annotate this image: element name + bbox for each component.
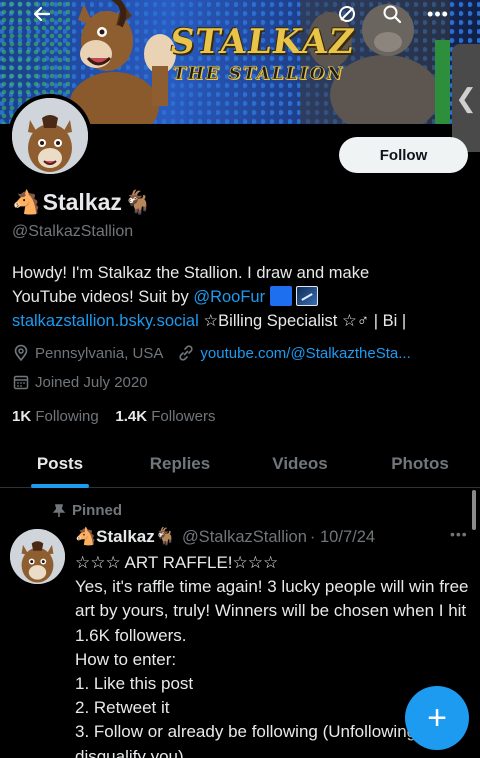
post-header: 🐴 Stalkaz 🐐 @StalkazStallion · 10/7/24 — [75, 527, 375, 547]
bio-line-2: YouTube videos! Suit by — [12, 288, 194, 306]
side-panel-handle[interactable]: ❮ — [452, 44, 480, 152]
profile-joined-date: Joined July 2020 — [35, 373, 148, 391]
calendar-icon — [12, 373, 30, 391]
tab-replies[interactable]: Replies — [120, 440, 240, 487]
bio-bsky-link[interactable]: stalkazstallion.bsky.social — [12, 312, 199, 330]
post-author-handle[interactable]: @StalkazStallion — [182, 528, 307, 547]
scrollbar-thumb[interactable] — [472, 490, 476, 530]
profile-joined-row: Joined July 2020 — [12, 373, 148, 391]
post-date[interactable]: · 10/7/24 — [310, 528, 375, 547]
tab-posts[interactable]: Posts — [0, 440, 120, 487]
sync-icon[interactable] — [333, 2, 361, 26]
compose-button[interactable]: + — [405, 686, 469, 750]
followers-link[interactable]: 1.4K Followers — [115, 408, 215, 425]
bio-line-3: ☆Billing Specialist ☆♂ | Bi | — [198, 312, 407, 330]
profile-location: Pennsylvania, USA — [35, 344, 164, 362]
pin-icon — [52, 503, 66, 517]
blue-square-emoji — [269, 286, 292, 306]
following-count: 1K — [12, 408, 32, 425]
post-author-avatar[interactable] — [10, 529, 65, 584]
profile-website-link[interactable]: youtube.com/@StalkaztheSta... — [200, 345, 410, 362]
goat-emoji: 🐐 — [123, 189, 153, 215]
follow-button[interactable]: Follow — [339, 137, 468, 173]
pinned-label: Pinned — [72, 502, 123, 519]
search-icon[interactable] — [378, 2, 406, 26]
profile-avatar[interactable] — [8, 94, 92, 178]
banner-title: STALKAZ — [167, 22, 358, 62]
more-horizontal-icon[interactable]: ••• — [450, 526, 468, 542]
follow-counts: 1K Following 1.4K Followers — [12, 408, 215, 425]
milky-way-emoji — [296, 286, 319, 306]
banner-subtitle: THE STALLION — [173, 64, 344, 85]
goat-emoji: 🐐 — [154, 527, 176, 546]
bio-line-1: Howdy! I'm Stalkaz the Stallion. I draw … — [12, 264, 370, 282]
horse-emoji: 🐴 — [75, 527, 97, 546]
avatar-image — [12, 98, 88, 174]
horse-emoji: 🐴 — [12, 189, 41, 215]
location-pin-icon — [12, 344, 30, 362]
followers-label: Followers — [151, 408, 216, 425]
tab-photos[interactable]: Photos — [360, 440, 480, 487]
pinned-indicator: Pinned — [52, 502, 122, 519]
plus-icon: + — [427, 698, 447, 737]
profile-display-name: 🐴 Stalkaz 🐐 — [12, 189, 153, 216]
profile-meta-row: Pennsylvania, USA youtube.com/@Stalkazth… — [12, 344, 411, 362]
more-horizontal-icon[interactable]: ••• — [424, 2, 452, 26]
display-name-text: Stalkaz — [42, 189, 122, 215]
following-label: Following — [35, 408, 99, 425]
chevron-left-icon: ❮ — [455, 82, 477, 113]
post-author-name[interactable]: Stalkaz — [96, 527, 155, 547]
bio-mention-link[interactable]: @RooFur — [193, 288, 265, 306]
arrow-left-icon[interactable] — [28, 2, 56, 26]
profile-bio: Howdy! I'm Stalkaz the Stallion. I draw … — [12, 261, 474, 333]
profile-tabs: Posts Replies Videos Photos — [0, 440, 480, 488]
tab-videos[interactable]: Videos — [240, 440, 360, 487]
profile-handle: @StalkazStallion — [12, 223, 134, 240]
following-link[interactable]: 1K Following — [12, 408, 99, 425]
link-icon — [177, 344, 195, 362]
followers-count: 1.4K — [115, 408, 148, 425]
avatar-image — [10, 529, 65, 584]
